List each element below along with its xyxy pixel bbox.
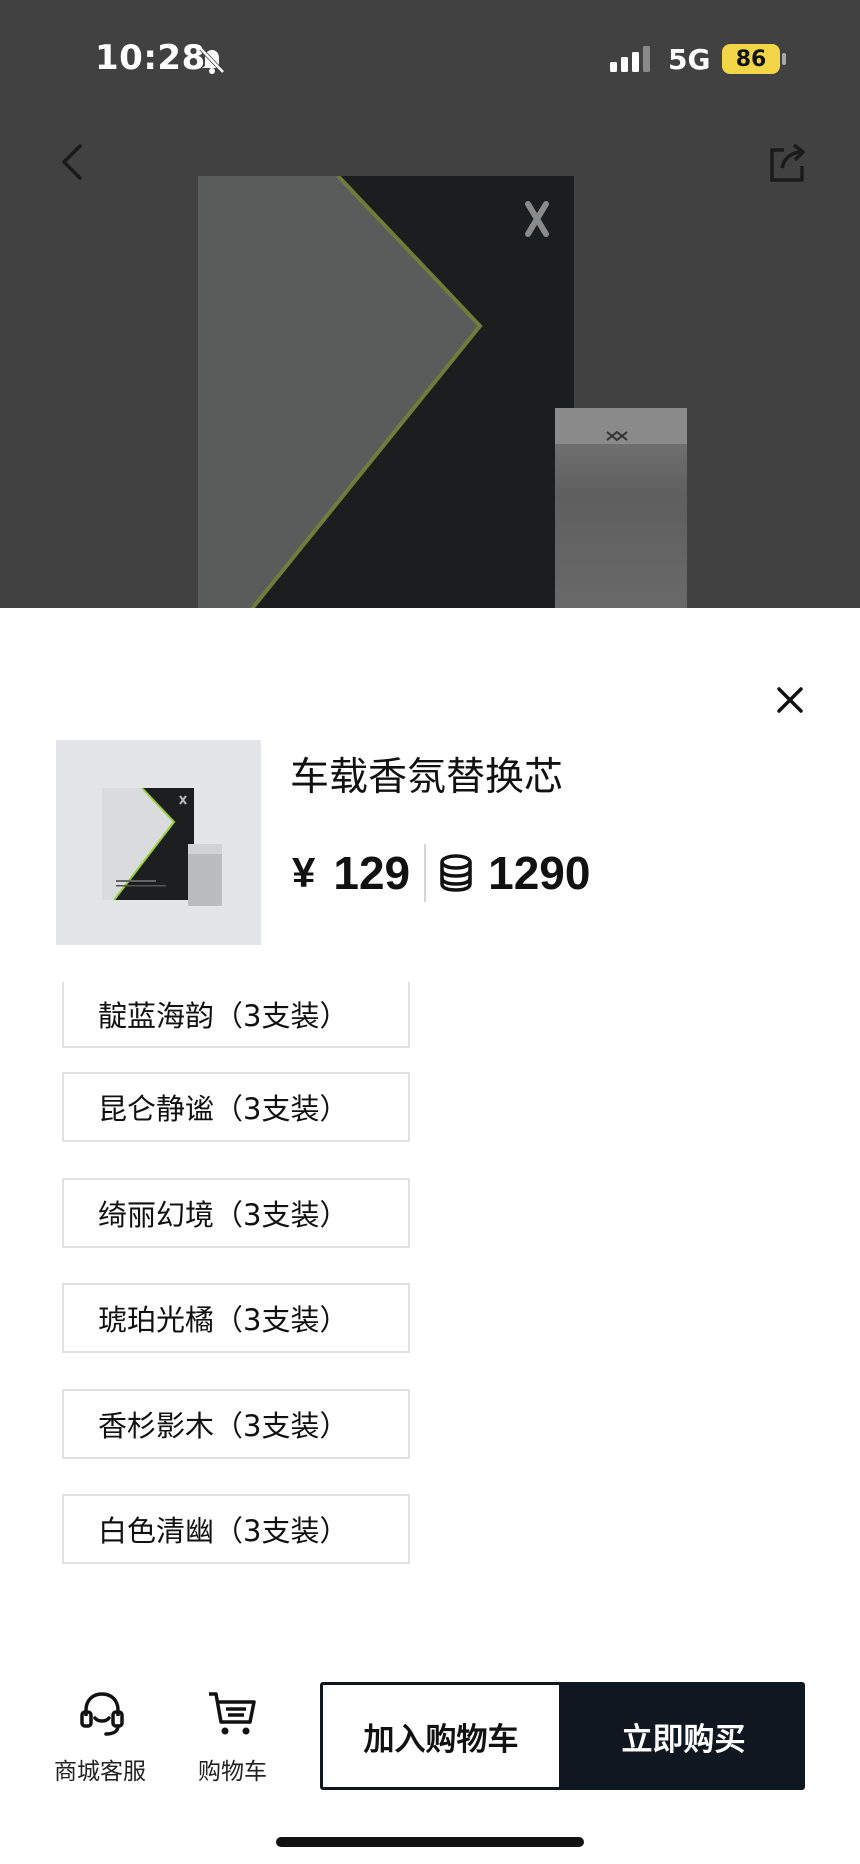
sku-option[interactable]: 白色清幽（3支装） (62, 1494, 410, 1564)
product-thumbnail (56, 740, 261, 945)
points-value: 1290 (488, 847, 591, 899)
sku-option-label: 绮丽幻境（3支装） (98, 1198, 349, 1232)
sku-option[interactable]: 绮丽幻境（3支装） (62, 1178, 410, 1248)
sku-option[interactable]: 琥珀光橘（3支装） (62, 1283, 410, 1353)
battery-level: 86 (735, 46, 767, 72)
cart-icon (209, 1692, 256, 1735)
sku-option[interactable]: 香杉影木（3支装） (62, 1389, 410, 1459)
thumbnail-graphic (102, 787, 222, 906)
price-divider (424, 844, 427, 902)
battery-icon: 86 (722, 44, 780, 74)
sku-option-label: 香杉影木（3支装） (98, 1409, 349, 1443)
product-title: 车载香氛替换芯 (290, 755, 564, 800)
box-graphic (198, 176, 549, 608)
buy-now-button[interactable]: 立即购买 (562, 1682, 805, 1790)
battery-cap (782, 53, 786, 65)
headset-icon (80, 1692, 124, 1736)
product-pouch-image (555, 408, 687, 608)
currency-symbol: ¥ (292, 849, 316, 896)
bell-muted-icon (199, 47, 225, 74)
sku-option[interactable]: 靛蓝海韵（3支装） (62, 982, 410, 1048)
product-box-image (198, 176, 574, 608)
sku-option-label: 白色清幽（3支装） (98, 1514, 349, 1548)
pouch-logo (606, 430, 628, 442)
price-row: ¥ 129 1290 (292, 840, 590, 906)
customer-service-label: 商城客服 (54, 1759, 146, 1785)
network-type: 5G (668, 43, 711, 76)
close-icon[interactable] (770, 680, 810, 720)
status-bar: 10:28 5G 86 (0, 0, 860, 116)
add-to-cart-button[interactable]: 加入购物车 (320, 1682, 562, 1790)
sku-selection-sheet: 车载香氛替换芯 ¥ 129 1290 靛蓝海韵（3支装） 昆仑静谧（3支装） 绮… (0, 608, 860, 1864)
sku-option-label: 靛蓝海韵（3支装） (98, 999, 349, 1033)
share-icon[interactable] (764, 140, 810, 186)
sku-option-label: 昆仑静谧（3支装） (98, 1092, 349, 1126)
coin-stack-icon (440, 854, 472, 892)
status-time: 10:28 (95, 38, 206, 78)
sku-option[interactable]: 昆仑静谧（3支装） (62, 1072, 410, 1142)
sku-option-label: 琥珀光橘（3支装） (98, 1303, 349, 1337)
home-indicator (276, 1837, 584, 1847)
signal-icon (610, 46, 650, 72)
price-value: 129 (333, 847, 411, 899)
cart-label: 购物车 (198, 1759, 267, 1785)
back-icon[interactable] (52, 140, 92, 184)
